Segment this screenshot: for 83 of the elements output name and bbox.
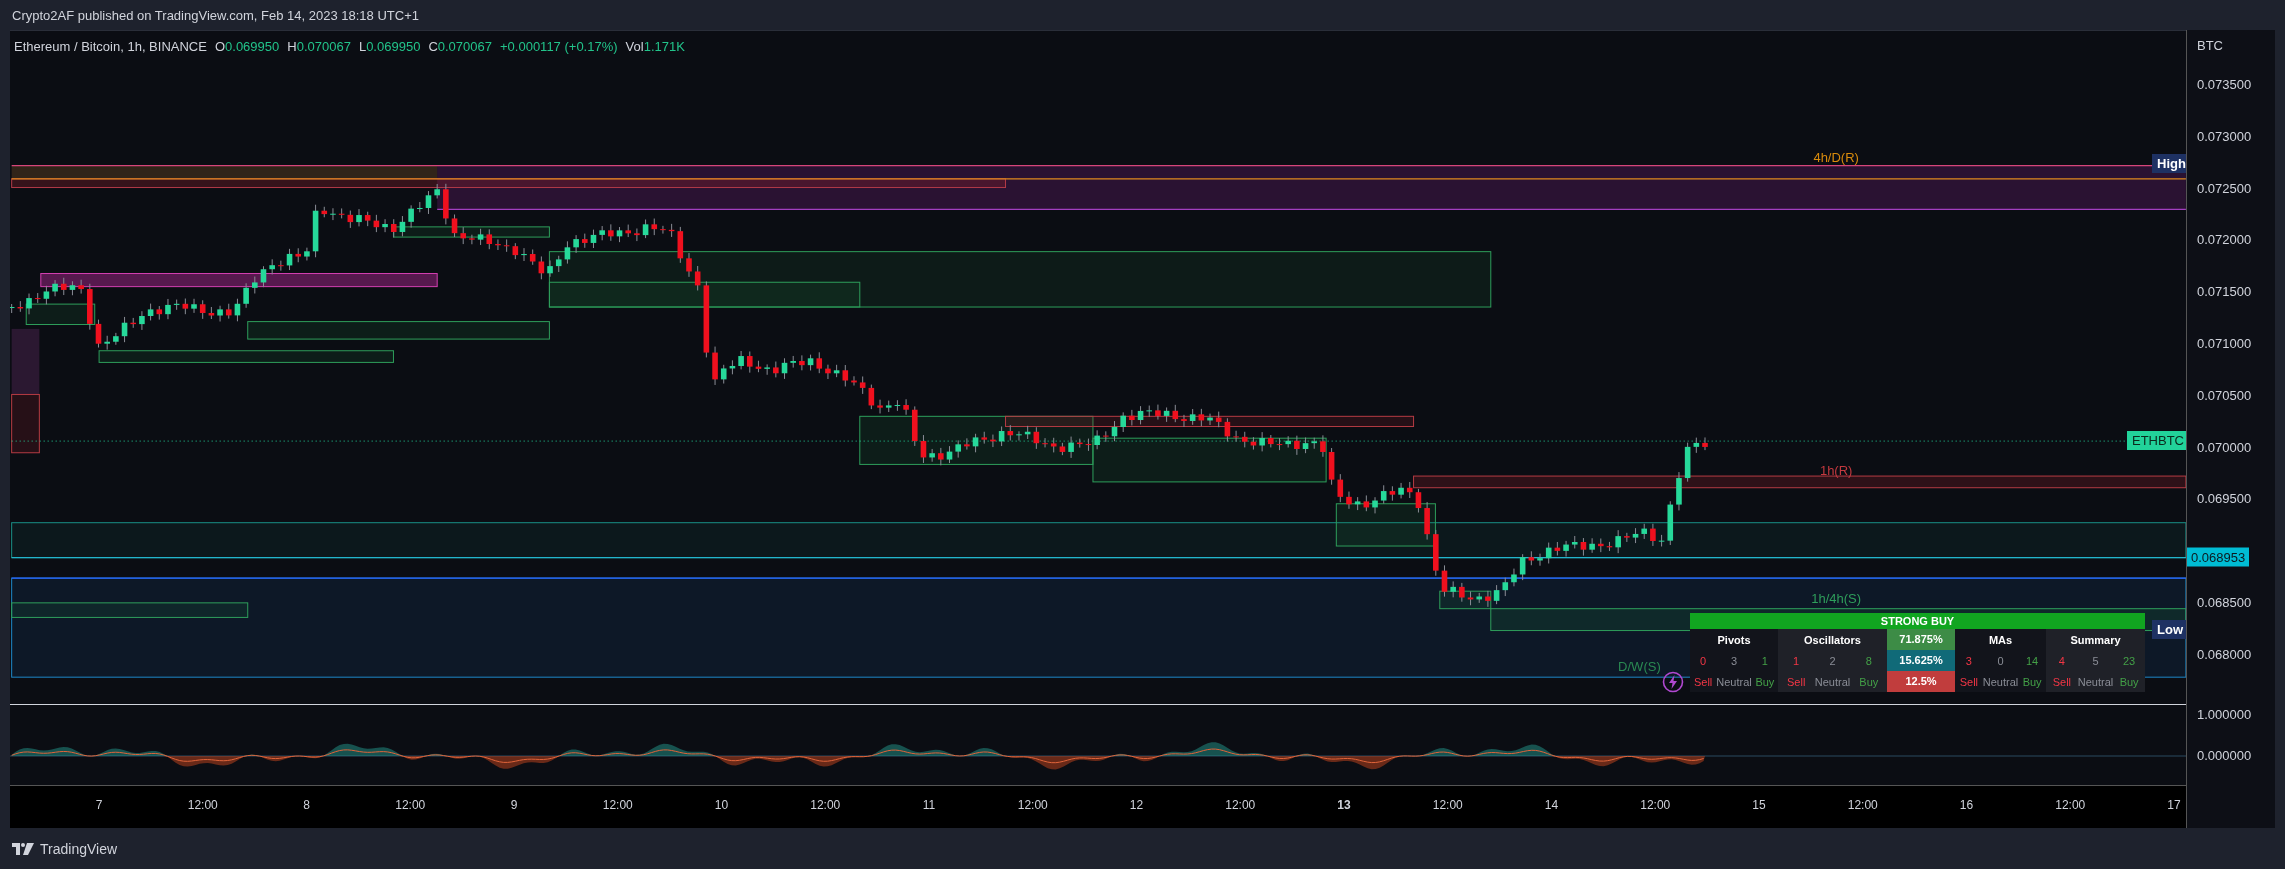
price-tick: 0.070500 (2197, 387, 2252, 403)
time-tick: 9 (510, 798, 518, 812)
time-tick: 12 (1129, 798, 1144, 812)
rating-count: 2 (1828, 654, 1837, 667)
rating-count: 3 (1964, 654, 1973, 667)
column-header: Summary (2069, 633, 2122, 646)
rating-count: 3 (1729, 654, 1739, 667)
price-tick: 0.073500 (2197, 76, 2252, 92)
time-tick: 12:00 (1432, 798, 1463, 812)
current-price-tag: 0.068953 (2187, 547, 2250, 567)
zone-label: D/W(S) (1618, 658, 1661, 673)
rating-label: Sell (2051, 675, 2073, 688)
rating-label: Sell (1692, 675, 1714, 688)
time-tick: 7 (95, 798, 103, 812)
rating-label: Buy (2118, 675, 2140, 688)
time-tick: 12:00 (1225, 798, 1256, 812)
ohlc-value: H0.070067 (287, 39, 351, 54)
rating-count: 1 (1792, 654, 1801, 667)
time-tick: 17 (2167, 798, 2181, 812)
axis-unit: BTC (2197, 37, 2223, 53)
zone-label: 4h/D(R) (1813, 149, 1859, 165)
price-tick: 0.068000 (2197, 646, 2252, 662)
time-tick: 12:00 (395, 798, 426, 812)
rating-label: Neutral (1814, 675, 1851, 688)
rating-label: Neutral (1982, 675, 2019, 688)
rating-count: 0 (1699, 654, 1708, 667)
price-tick: 0.073000 (2197, 128, 2252, 144)
time-tick: 12:00 (187, 798, 218, 812)
ohlc-value: C0.070067 (428, 39, 492, 54)
price-tick: 0.070000 (2197, 439, 2252, 455)
time-tick: 12:00 (810, 798, 841, 812)
time-tick: 12:00 (602, 798, 633, 812)
oscillator-tick: 1.000000 (2197, 706, 2252, 722)
price-tick: 0.072000 (2197, 231, 2252, 247)
rating-label: Buy (2021, 675, 2043, 688)
percentage-cell: 71.875% (1887, 629, 1955, 650)
zone-label: 1h/4h(S) (1811, 590, 1862, 606)
brand-name: TradingView (40, 840, 118, 857)
low-tag: Low (2152, 620, 2188, 639)
price-change: +0.000117 (+0.17%) (500, 39, 618, 54)
rating-banner: STRONG BUY (1690, 613, 2145, 629)
symbol-title: Ethereum / Bitcoin, 1h, BINANCE (14, 39, 207, 54)
rating-label: Buy (1754, 675, 1776, 688)
oscillator-tick: 0.000000 (2197, 747, 2252, 763)
rating-label: Sell (1958, 675, 1980, 688)
price-tick: 0.071500 (2197, 283, 2252, 299)
symbol-tag: ETHBTC (2127, 431, 2189, 450)
rating-count: 0 (1996, 654, 2005, 667)
time-tick: 12:00 (1017, 798, 1048, 812)
rating-count: 1 (1760, 654, 1769, 667)
rating-label: Buy (1858, 675, 1880, 688)
rating-count: 5 (2091, 654, 2100, 667)
rating-count: 8 (1864, 654, 1873, 667)
volume-value: Vol1.171K (625, 39, 685, 54)
price-tick: 0.069500 (2197, 490, 2252, 506)
rating-label: Neutral (1716, 675, 1752, 688)
rating-count: 4 (2057, 654, 2066, 667)
publisher-line: Crypto2AF published on TradingView.com, Feb 14, 2023 18:18 UTC+1 (12, 7, 419, 23)
time-tick: 8 (303, 798, 310, 812)
percentage-cell: 15.625% (1887, 650, 1955, 671)
time-tick: 16 (1959, 798, 1974, 812)
time-tick: 10 (714, 798, 729, 812)
price-tick: 0.072500 (2197, 180, 2252, 196)
rating-count: 23 (2122, 654, 2137, 667)
time-tick: 11 (922, 798, 936, 812)
rating-count: 14 (2025, 654, 2040, 667)
rating-label: Neutral (2077, 675, 2114, 688)
time-tick: 12:00 (1847, 798, 1878, 812)
time-tick: 12:00 (2055, 798, 2086, 812)
column-header: Oscillators (1803, 633, 1862, 646)
ohlc-value: O0.069950 (214, 39, 280, 54)
price-tick: 0.071000 (2197, 335, 2252, 351)
zone-label: 1h(R) (1819, 462, 1853, 478)
ohlc-value: L0.069950 (358, 39, 421, 54)
column-header: MAs (1987, 633, 2014, 646)
time-tick: 14 (1544, 798, 1559, 812)
percentage-cell: 12.5% (1887, 671, 1955, 692)
rating-label: Sell (1786, 675, 1807, 688)
time-tick: 12:00 (1640, 798, 1671, 812)
price-tick: 0.068500 (2197, 594, 2252, 610)
column-header: Pivots (1716, 633, 1752, 646)
time-tick: 13 (1337, 798, 1351, 812)
time-tick: 15 (1752, 798, 1766, 812)
